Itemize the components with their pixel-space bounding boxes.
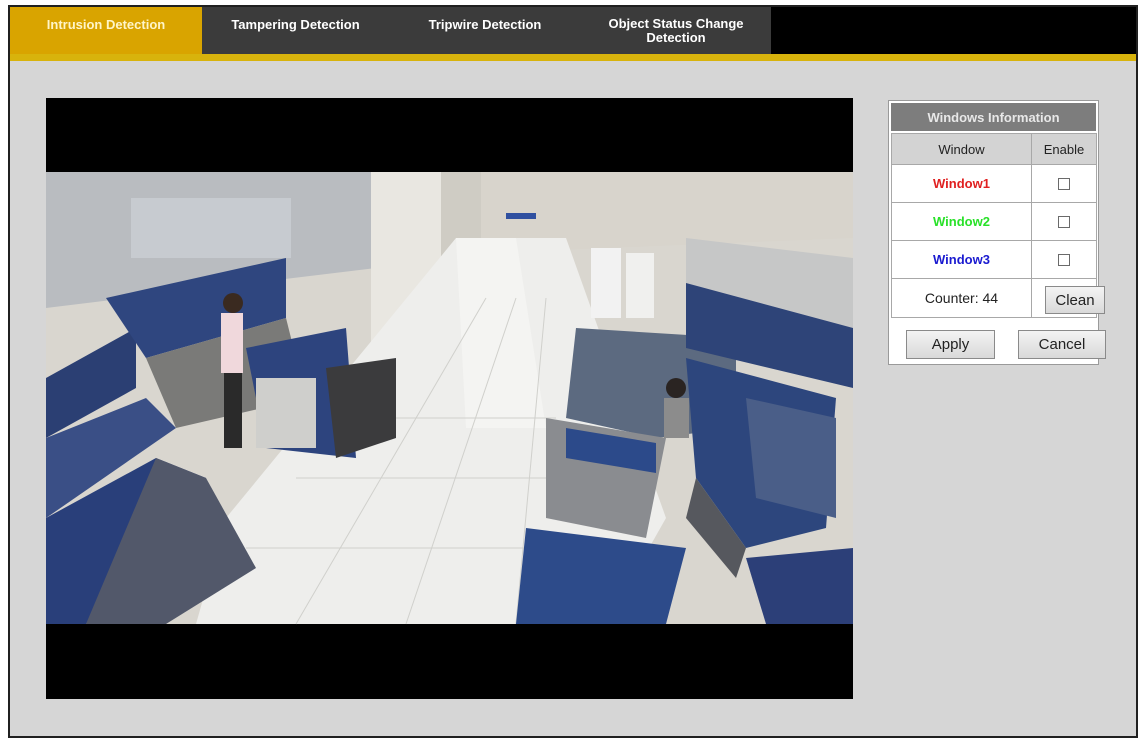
counter-label: Counter: 44: [891, 278, 1032, 318]
window1-enable-checkbox[interactable]: [1058, 177, 1070, 190]
window3-enable-cell: [1031, 240, 1097, 279]
app-frame: Intrusion Detection Tampering Detection …: [8, 5, 1138, 738]
accent-strip: [10, 54, 1136, 61]
camera-image: [46, 98, 853, 699]
tab-tampering-detection[interactable]: Tampering Detection: [202, 7, 389, 54]
tab-label: Intrusion Detection: [46, 17, 166, 32]
column-header-enable: Enable: [1031, 133, 1097, 165]
window1-enable-cell: [1031, 164, 1097, 203]
tab-bar: Intrusion Detection Tampering Detection …: [10, 7, 1136, 54]
tab-label: Tampering Detection: [231, 17, 360, 32]
tab-tripwire-detection[interactable]: Tripwire Detection: [389, 7, 581, 54]
tab-object-status-change-detection[interactable]: Object Status Change Detection: [581, 7, 771, 54]
window2-enable-checkbox[interactable]: [1058, 215, 1070, 228]
cancel-button[interactable]: Cancel: [1018, 330, 1106, 359]
apply-button[interactable]: Apply: [906, 330, 995, 359]
clean-button[interactable]: Clean: [1045, 286, 1105, 314]
tab-intrusion-detection[interactable]: Intrusion Detection: [10, 7, 202, 54]
window3-enable-checkbox[interactable]: [1058, 253, 1070, 266]
camera-view[interactable]: [46, 98, 853, 699]
column-header-window: Window: [891, 133, 1032, 165]
tab-label: Tripwire Detection: [428, 17, 542, 32]
window3-label: Window3: [891, 240, 1032, 279]
windows-information-panel: Windows Information Window Enable Window…: [888, 100, 1106, 365]
panel-title: Windows Information: [891, 103, 1096, 131]
window1-label: Window1: [891, 164, 1032, 203]
tab-label: Object Status Change Detection: [608, 16, 744, 45]
window2-enable-cell: [1031, 202, 1097, 241]
window2-label: Window2: [891, 202, 1032, 241]
